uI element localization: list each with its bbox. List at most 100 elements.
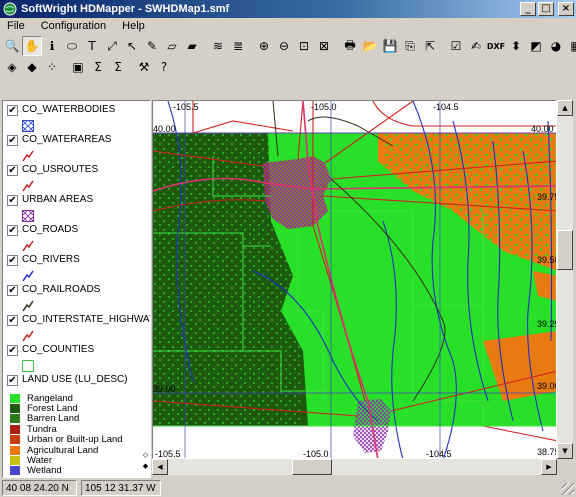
minimize-button[interactable]: _ xyxy=(520,2,536,16)
measure-line-icon[interactable]: ⤢ xyxy=(102,36,122,56)
landuse-label: Agricultural Land xyxy=(27,444,99,456)
layers-edit-icon[interactable]: ≣ xyxy=(228,36,248,56)
landuse-legend-item: Wetland xyxy=(10,465,62,477)
layer-visibility-checkbox[interactable]: ✔ xyxy=(7,345,18,356)
attributes-icon[interactable]: ▣ xyxy=(68,57,88,77)
zoom-magnifier-icon[interactable]: 🔍 xyxy=(2,36,22,56)
import-icon[interactable]: ⇱ xyxy=(420,36,440,56)
layer-name: CO_WATERAREAS xyxy=(22,134,112,145)
navigate-icon[interactable]: ⬍ xyxy=(506,36,526,56)
layer-name: URBAN AREAS xyxy=(22,194,94,205)
sum-select-icon[interactable]: Σ xyxy=(108,57,128,77)
print-icon[interactable]: 🖶 xyxy=(340,36,360,56)
layer-add-icon[interactable]: ◈ xyxy=(2,57,22,77)
lat-label-left-1: 40.00 xyxy=(153,124,176,134)
layer-visibility-checkbox[interactable]: ✔ xyxy=(7,105,18,116)
layer-name: CO_USROUTES xyxy=(22,164,99,175)
resize-grip-icon[interactable] xyxy=(562,483,574,495)
layer-visibility-checkbox[interactable]: ✔ xyxy=(7,165,18,176)
landuse-label: Forest Land xyxy=(27,402,78,414)
lat-label-right-3: 39.50 xyxy=(537,255,557,265)
lat-label-right-4: 39.25 xyxy=(537,319,557,329)
zoom-cancel-icon[interactable]: ⊠ xyxy=(314,36,334,56)
layer-visibility-checkbox[interactable]: ✔ xyxy=(7,315,18,326)
landuse-legend-item: Agricultural Land xyxy=(10,444,99,456)
landuse-label: Rangeland xyxy=(27,392,73,404)
dxf-icon[interactable]: DXF xyxy=(486,36,506,56)
points-icon[interactable]: ⁘ xyxy=(42,57,62,77)
layer-visibility-checkbox[interactable]: ✔ xyxy=(7,255,18,266)
main-toolbar: 🔍✋ℹ⬭T⤢↖✎▱▰≋≣⊕⊖⊡⊠🖶📂💾⎘⇱☑✍DXF⬍◩◕▦▤ xyxy=(2,35,576,57)
zoom-in-icon[interactable]: ⊕ xyxy=(254,36,274,56)
landuse-swatch xyxy=(10,414,20,424)
maximize-button[interactable]: □ xyxy=(538,2,554,16)
zoom-out-icon[interactable]: ⊖ xyxy=(274,36,294,56)
select-arrow-icon[interactable]: ↖ xyxy=(122,36,142,56)
export-icon[interactable]: ⎘ xyxy=(400,36,420,56)
grid-icon[interactable]: ▦ xyxy=(566,36,576,56)
scroll-up-arrow-icon[interactable]: ▲ xyxy=(557,100,573,116)
layer-visibility-checkbox[interactable]: ✔ xyxy=(7,285,18,296)
label-tag-icon[interactable]: ⬭ xyxy=(62,36,82,56)
lat-label-right-2: 39.75 xyxy=(537,192,557,202)
lon-label-bottom-2: -105.0 xyxy=(303,449,329,459)
info-icon[interactable]: ℹ xyxy=(42,36,62,56)
tools-wrench-icon[interactable]: ⚒ xyxy=(134,57,154,77)
edit-layer-icon[interactable]: ✍ xyxy=(466,36,486,56)
layer-visibility-checkbox[interactable]: ✔ xyxy=(7,375,18,386)
layer-name: CO_ROADS xyxy=(22,224,79,235)
text-tool-icon[interactable]: T xyxy=(82,36,102,56)
zoom-window-icon[interactable]: ⊡ xyxy=(294,36,314,56)
landuse-swatch xyxy=(10,455,20,465)
layer-remove-icon[interactable]: ◆ xyxy=(22,57,42,77)
legend-scroll-down-icon[interactable]: ◆ xyxy=(142,462,149,471)
horizontal-scroll-thumb[interactable] xyxy=(292,459,332,475)
help-icon[interactable]: ? xyxy=(154,57,174,77)
landuse-label: Wetland xyxy=(27,465,62,477)
vertical-scroll-thumb[interactable] xyxy=(557,230,573,270)
scroll-down-arrow-icon[interactable]: ▼ xyxy=(557,443,573,459)
lon-label-top-3: -104.5 xyxy=(433,102,459,112)
landuse-swatch xyxy=(10,445,20,455)
close-button[interactable]: × xyxy=(558,2,574,16)
map-horizontal-scrollbar[interactable]: ◀ ▶ xyxy=(152,459,557,475)
menu-file[interactable]: File xyxy=(4,20,28,32)
map-view[interactable]: -105.5 -105.0 -104.5 40.00 39.00 40.00 3… xyxy=(152,100,557,459)
lon-label-top-1: -105.5 xyxy=(173,102,199,112)
menu-help[interactable]: Help xyxy=(119,20,148,32)
landuse-legend-item: Urban or Built-up Land xyxy=(10,434,123,445)
layers-icon[interactable]: ≋ xyxy=(208,36,228,56)
color-map-icon[interactable]: ◩ xyxy=(526,36,546,56)
globe-icon[interactable]: ◕ xyxy=(546,36,566,56)
polygon-icon[interactable]: ▱ xyxy=(162,36,182,56)
lat-label-right-6: 38.75 xyxy=(537,447,557,457)
pencil-icon[interactable]: ✎ xyxy=(142,36,162,56)
landuse-legend-item: Water xyxy=(10,455,52,466)
layer-visibility-checkbox[interactable]: ✔ xyxy=(7,135,18,146)
save-icon[interactable]: 💾 xyxy=(380,36,400,56)
layer-symbol-icon xyxy=(22,330,34,342)
landuse-legend-item: Forest Land xyxy=(10,402,78,414)
open-folder-icon[interactable]: 📂 xyxy=(360,36,380,56)
edit-polygon-icon[interactable]: ▰ xyxy=(182,36,202,56)
status-latitude: 40 08 24.20 N xyxy=(2,479,77,496)
scroll-right-arrow-icon[interactable]: ▶ xyxy=(541,459,557,475)
layer-name: CO_INTERSTATE_HIGHWAY xyxy=(22,314,151,325)
check-layer-icon[interactable]: ☑ xyxy=(446,36,466,56)
scroll-left-arrow-icon[interactable]: ◀ xyxy=(152,459,168,475)
map-canvas[interactable]: -105.5 -105.0 -104.5 40.00 39.00 40.00 3… xyxy=(153,101,557,459)
map-vertical-scrollbar[interactable]: ▲ ▼ xyxy=(557,100,573,459)
pan-hand-icon[interactable]: ✋ xyxy=(22,36,42,56)
layer-visibility-checkbox[interactable]: ✔ xyxy=(7,225,18,236)
landuse-legend-item: Barren Land xyxy=(10,413,79,424)
menu-configuration[interactable]: Configuration xyxy=(38,20,109,32)
layer-symbol-icon xyxy=(22,360,34,372)
layer-symbol-icon xyxy=(22,180,34,192)
layer-symbol-icon xyxy=(22,240,34,252)
lat-label-left-2: 39.00 xyxy=(153,384,176,394)
landuse-label: Tundra xyxy=(27,423,57,435)
legend-scroll-up-icon[interactable]: ◇ xyxy=(142,451,149,460)
lat-label-right-1: 40.00 xyxy=(531,124,554,134)
layer-visibility-checkbox[interactable]: ✔ xyxy=(7,195,18,206)
sum-icon[interactable]: Σ xyxy=(88,57,108,77)
